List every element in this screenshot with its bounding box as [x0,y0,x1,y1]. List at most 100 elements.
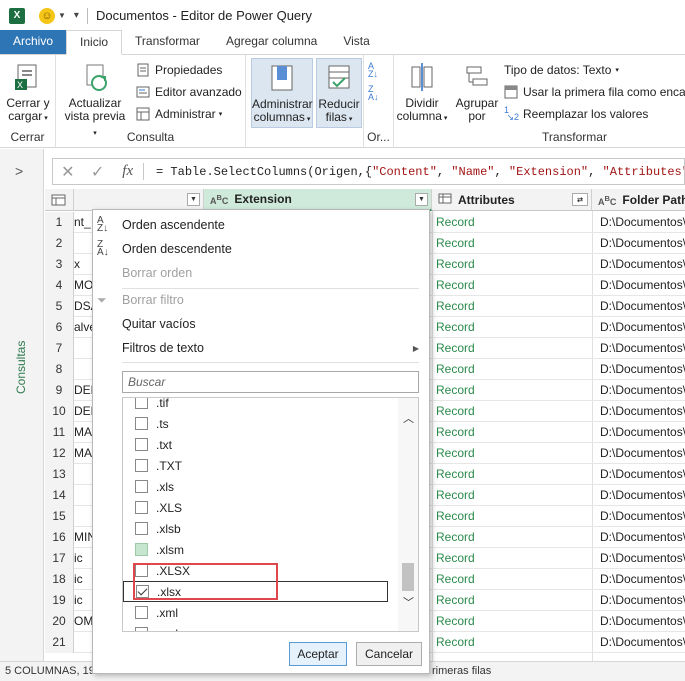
row-number[interactable]: 7 [45,338,74,359]
tab-archivo[interactable]: Archivo [0,30,67,54]
cell-folder-path[interactable]: D:\Documentos\0 [600,548,685,569]
cell-name[interactable]: OM [74,611,94,632]
checkbox[interactable] [135,543,148,556]
cell-attributes[interactable]: Record [436,548,475,569]
checkbox[interactable] [135,480,148,493]
cell-folder-path[interactable]: D:\Documentos\0 [600,464,685,485]
cell-folder-path[interactable]: D:\Documentos\0 [600,338,685,359]
row-number[interactable]: 20 [45,611,74,632]
cell-folder-path[interactable]: D:\Documentos\0 [600,527,685,548]
properties-button[interactable]: Propiedades [136,60,222,80]
cell-name[interactable]: DEN [74,401,94,422]
menu-item-remove-empty[interactable]: Quitar vacíos [93,312,429,336]
sort-ascending-button[interactable]: A Z↓ [368,60,378,80]
table-menu-icon[interactable] [45,189,74,211]
accept-button[interactable]: Aceptar [289,642,347,666]
cell-attributes[interactable]: Record [436,338,475,359]
cell-name[interactable]: nt_ [74,212,94,233]
menu-item-sort-ascending[interactable]: A Z↓ Orden ascendente [93,213,429,237]
scroll-down-icon[interactable]: ﹀ [403,594,414,610]
cell-folder-path[interactable]: D:\Documentos\0 [600,506,685,527]
cell-attributes[interactable]: Record [436,422,475,443]
cell-attributes[interactable]: Record [436,632,475,653]
cell-folder-path[interactable]: D:\Documentos\0 [600,611,685,632]
cell-attributes[interactable]: Record [436,296,475,317]
row-number[interactable]: 18 [45,569,74,590]
filter-dropdown-icon[interactable]: ▼ [415,193,428,206]
scrollbar-thumb[interactable] [402,563,414,591]
customize-quick-access-icon[interactable]: ▾ [74,10,79,21]
column-header-attributes[interactable]: Attributes ⇄ [432,189,592,211]
cell-folder-path[interactable]: D:\Documentos\0 [600,443,685,464]
search-input[interactable]: Buscar [122,371,419,393]
manage-columns-button[interactable]: Administrar columnas ▾ [251,58,313,128]
refresh-preview-button[interactable]: Actualizar vista previa ▾ [62,61,128,140]
filter-dropdown-icon[interactable]: ▼ [187,193,200,206]
cell-attributes[interactable]: Record [436,443,475,464]
tab-inicio[interactable]: Inicio [66,30,123,55]
use-first-row-button[interactable]: Usar la primera fila como encab [504,82,685,102]
cell-attributes[interactable]: Record [436,401,475,422]
tab-vista[interactable]: Vista [330,30,382,54]
row-number[interactable]: 6 [45,317,74,338]
cell-attributes[interactable]: Record [436,611,475,632]
reduce-rows-button[interactable]: Reducir filas ▾ [316,58,362,128]
tab-transformar[interactable]: Transformar [122,30,213,54]
filter-value-item[interactable]: .tif [123,398,398,413]
checkbox[interactable] [135,522,148,535]
advanced-editor-button[interactable]: Editor avanzado [136,82,242,102]
cell-folder-path[interactable]: D:\Documentos\0 [600,359,685,380]
cell-attributes[interactable]: Record [436,254,475,275]
cell-folder-path[interactable]: D:\Documentos\0 [600,569,685,590]
row-number[interactable]: 9 [45,380,74,401]
group-by-button[interactable]: Agrupar por [452,61,502,123]
row-number[interactable]: 8 [45,359,74,380]
cell-attributes[interactable]: Record [436,464,475,485]
row-number[interactable]: 3 [45,254,74,275]
filter-value-item[interactable]: .ts [123,413,398,434]
chevron-down-icon[interactable]: ▼ [58,11,66,20]
cell-name[interactable]: DSA [74,296,94,317]
row-number[interactable]: 10 [45,401,74,422]
cell-name[interactable]: MIN [74,527,94,548]
cell-name[interactable]: MOI [74,275,94,296]
cell-folder-path[interactable]: D:\Documentos\0 [600,632,685,653]
cell-folder-path[interactable]: D:\Documentos\ [600,212,685,233]
cell-attributes[interactable]: Record [436,212,475,233]
checkbox[interactable] [135,627,148,631]
cancel-formula-icon[interactable]: ✕ [53,162,83,182]
cell-folder-path[interactable]: D:\Documentos\0 [600,422,685,443]
tab-agregar-columna[interactable]: Agregar columna [213,30,330,54]
cell-name[interactable]: MA [74,443,94,464]
row-number[interactable]: 19 [45,590,74,611]
row-number[interactable]: 13 [45,464,74,485]
filter-value-item[interactable]: .txt [123,434,398,455]
cell-attributes[interactable]: Record [436,275,475,296]
filter-value-item[interactable]: .xls [123,476,398,497]
close-load-button[interactable]: X Cerrar y cargar ▾ [4,61,52,125]
cell-attributes[interactable]: Record [436,506,475,527]
row-number[interactable]: 1 [45,212,74,233]
filter-value-item[interactable]: .xml [123,602,398,623]
row-number[interactable]: 5 [45,296,74,317]
cell-folder-path[interactable]: D:\Documentos\0 [600,401,685,422]
checkbox[interactable] [135,417,148,430]
confirm-formula-icon[interactable]: ✓ [83,162,113,182]
row-number[interactable]: 12 [45,443,74,464]
checkbox[interactable] [135,501,148,514]
split-column-button[interactable]: Dividir columna ▾ [396,61,448,125]
scroll-up-icon[interactable]: ︿ [403,410,414,426]
cell-name[interactable]: ic [74,590,94,611]
row-number[interactable]: 4 [45,275,74,296]
column-header-name[interactable]: ▼ [74,189,204,211]
replace-values-button[interactable]: 1 ↘2 Reemplazar los valores [504,104,648,124]
cell-name[interactable]: DEN [74,380,94,401]
filter-value-item[interactable]: .xlsb [123,518,398,539]
cell-name[interactable]: MA [74,422,94,443]
row-number[interactable]: 14 [45,485,74,506]
data-type-dropdown[interactable]: Tipo de datos: Texto ▾ [504,60,619,80]
cell-folder-path[interactable]: D:\Documentos\0 [600,275,685,296]
column-header-extension[interactable]: ABC Extension ▼ [204,189,432,211]
filter-value-item[interactable]: .yml [123,623,398,631]
filter-value-item[interactable]: .xlsm [123,539,398,560]
